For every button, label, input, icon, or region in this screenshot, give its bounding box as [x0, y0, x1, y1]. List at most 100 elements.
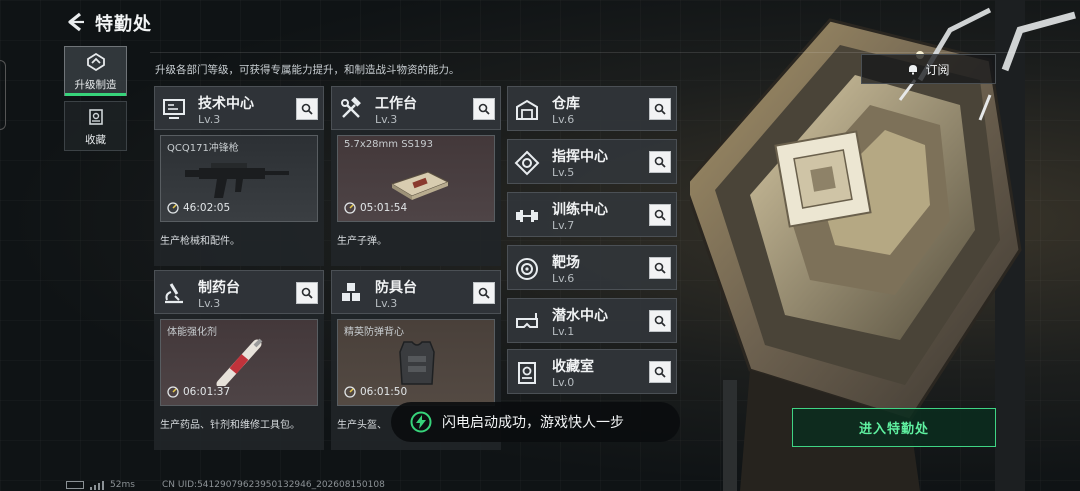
ammo-box-image [390, 171, 450, 200]
tab-upgrade-craft-label: 升级制造 [74, 79, 117, 91]
row-shooting-range[interactable]: 靶场 Lv.6 [507, 245, 677, 290]
card-level: Lv.3 [198, 297, 221, 310]
toast-notification: 闪电启动成功，游戏快人一步 [391, 402, 680, 442]
row-showcase-room[interactable]: 收藏室 Lv.0 [507, 349, 677, 394]
timer-text: 46:02:05 [183, 202, 231, 214]
search-button[interactable] [296, 98, 318, 120]
latency-text: 52ms [110, 480, 135, 490]
wrench-clock-icon [167, 202, 179, 214]
item-name: 精英防弹背心 [344, 327, 404, 338]
warehouse-icon [516, 99, 538, 120]
row-level: Lv.7 [552, 219, 575, 232]
search-icon [654, 103, 666, 115]
search-icon [301, 287, 313, 299]
uid-text: CN UID:5412907962395013294​6_20260815010… [162, 480, 385, 490]
card-name: 技术中心 [198, 96, 254, 112]
card-name: 制药台 [198, 280, 240, 296]
card-header: 防具台 Lv.3 [331, 270, 501, 314]
status-bar: 52ms [66, 480, 135, 490]
search-icon [654, 262, 666, 274]
smg-image [185, 163, 289, 198]
subscribe-button[interactable]: 订阅 [861, 54, 996, 84]
production-timer: 46:02:05 [167, 202, 230, 214]
row-warehouse[interactable]: 仓库 Lv.6 [507, 86, 677, 131]
wrench-clock-icon [167, 386, 179, 398]
boxes-icon [342, 283, 360, 301]
card-header: 工作台 Lv.3 [331, 86, 501, 130]
card-tech-center[interactable]: 技术中心 Lv.3 QCQ171冲锋枪 46:02:05 生产枪械和配件。 [154, 86, 324, 266]
bell-icon [909, 65, 918, 75]
tab-collection[interactable]: 收藏 [64, 101, 127, 151]
tab-collection-label: 收藏 [85, 134, 106, 146]
microscope-icon [165, 283, 183, 304]
row-name: 收藏室 [552, 359, 594, 375]
search-button[interactable] [649, 310, 671, 332]
row-level: Lv.0 [552, 376, 575, 389]
enter-special-ops-button[interactable]: 进入特勤处 [792, 408, 996, 447]
row-level: Lv.5 [552, 166, 575, 179]
search-button[interactable] [473, 282, 495, 304]
dive-mask-icon [516, 313, 538, 328]
card-name: 防具台 [375, 280, 417, 296]
production-timer: 06:01:50 [344, 386, 407, 398]
production-slot[interactable]: 精英防弹背心 06:01:50 [337, 319, 495, 406]
tools-icon [341, 96, 361, 118]
timer-text: 06:01:37 [183, 386, 231, 398]
back-arrow-icon[interactable] [64, 11, 86, 33]
card-description: 生产枪械和配件。 [160, 236, 240, 247]
page-subtitle: 升级各部门等级，可获得专属能力提升，和制造战斗物资的能力。 [155, 64, 460, 76]
row-level: Lv.1 [552, 325, 575, 338]
search-icon [654, 315, 666, 327]
battery-icon [66, 481, 84, 489]
wrench-clock-icon [344, 202, 356, 214]
collection-icon [88, 109, 103, 125]
search-button[interactable] [649, 204, 671, 226]
item-name: 5.7x28mm SS193 [344, 139, 433, 150]
production-slot[interactable]: QCQ171冲锋枪 46:02:05 [160, 135, 318, 222]
row-dive-center[interactable]: 潜水中心 Lv.1 [507, 298, 677, 343]
row-level: Lv.6 [552, 272, 575, 285]
row-name: 训练中心 [552, 202, 608, 218]
row-name: 指挥中心 [552, 149, 608, 165]
armor-vest-image [399, 341, 435, 385]
row-name: 潜水中心 [552, 308, 608, 324]
production-timer: 06:01:37 [167, 386, 230, 398]
search-icon [478, 287, 490, 299]
subscribe-label: 订阅 [925, 62, 950, 77]
search-button[interactable] [649, 361, 671, 383]
left-edge-handle [0, 60, 6, 130]
search-button[interactable] [473, 98, 495, 120]
production-slot[interactable]: 5.7x28mm SS193 05:01:54 [337, 135, 495, 222]
monitor-icon [163, 99, 185, 119]
card-description: 生产子弹。 [337, 236, 387, 247]
lightning-icon [410, 411, 432, 433]
production-timer: 05:01:54 [344, 202, 407, 214]
tab-upgrade-craft[interactable]: 升级制造 [64, 46, 127, 96]
search-button[interactable] [649, 98, 671, 120]
card-level: Lv.3 [198, 113, 221, 126]
card-description: 生产药品、针剂和维修工具包。 [160, 420, 300, 431]
row-name: 靶场 [552, 255, 580, 271]
item-name: 体能强化剂 [167, 327, 217, 338]
card-workbench[interactable]: 工作台 Lv.3 5.7x28mm SS193 05:01:54 生产子弹。 [331, 86, 501, 266]
signal-bars-icon [90, 480, 104, 490]
search-button[interactable] [649, 257, 671, 279]
page-title: 特勤处 [95, 14, 152, 35]
row-training-center[interactable]: 训练中心 Lv.7 [507, 192, 677, 237]
row-command-center[interactable]: 指挥中心 Lv.5 [507, 139, 677, 184]
search-button[interactable] [296, 282, 318, 304]
card-description: 生产头盔、 [337, 420, 387, 431]
item-name: QCQ171冲锋枪 [167, 143, 239, 154]
card-header: 制药台 Lv.3 [154, 270, 324, 314]
card-pharmacy[interactable]: 制药台 Lv.3 体能强化剂 06:01:37 生产药品、针剂和维修工具包。 [154, 270, 324, 450]
production-slot[interactable]: 体能强化剂 06:01:37 [160, 319, 318, 406]
search-icon [654, 366, 666, 378]
search-button[interactable] [649, 151, 671, 173]
search-icon [301, 103, 313, 115]
row-name: 仓库 [552, 96, 580, 112]
timer-text: 06:01:50 [360, 386, 408, 398]
row-level: Lv.6 [552, 113, 575, 126]
toast-message: 闪电启动成功，游戏快人一步 [442, 415, 624, 431]
header-divider [150, 52, 1080, 53]
search-icon [478, 103, 490, 115]
